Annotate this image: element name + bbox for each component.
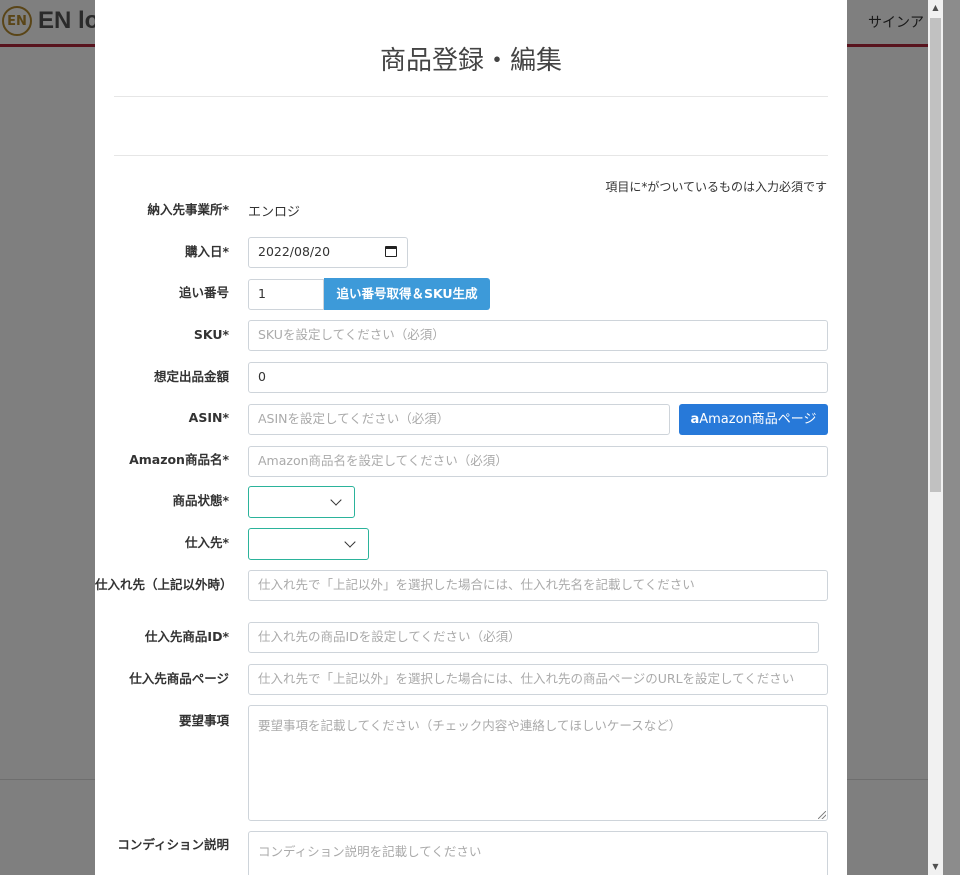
purchase-date-input[interactable]: 2022/08/20 — [248, 237, 408, 268]
title-divider — [114, 96, 828, 97]
sku-input[interactable]: SKUを設定してください（必須） — [248, 320, 828, 351]
sku-label: SKU* — [193, 327, 229, 342]
amazon-page-button[interactable]: aAmazon商品ページ — [679, 404, 828, 435]
condition-select[interactable] — [248, 486, 355, 518]
supplier-item-page-label: 仕入先商品ページ — [129, 671, 229, 686]
serial-input[interactable]: 1 — [248, 279, 324, 310]
supplier-item-id-label: 仕入先商品ID* — [144, 629, 229, 644]
purchase-date-value: 2022/08/20 — [258, 244, 331, 259]
page-scrollbar[interactable]: ▲ ▼ — [928, 0, 943, 875]
section-divider — [114, 155, 828, 156]
supplier-item-id-input[interactable]: 仕入れ先の商品IDを設定してください（必須） — [248, 622, 819, 653]
chevron-down-icon — [330, 494, 342, 506]
amazon-name-input[interactable]: Amazon商品名を設定してください（必須） — [248, 446, 828, 477]
product-edit-modal: 商品登録・編集 項目に*がついているものは入力必須です 納入先事業所* エンロジ… — [95, 0, 847, 875]
condition-desc-label: コンディション説明 — [117, 837, 229, 852]
get-serial-sku-button[interactable]: 追い番号取得＆SKU生成 — [324, 278, 490, 310]
scroll-down-arrow-icon[interactable]: ▼ — [928, 859, 943, 875]
serial-label: 追い番号 — [178, 285, 229, 300]
scroll-up-arrow-icon[interactable]: ▲ — [928, 0, 943, 16]
asin-label: ASIN* — [188, 410, 229, 425]
purchase-date-label: 購入日* — [184, 244, 229, 259]
condition-label: 商品状態* — [172, 493, 229, 508]
amazon-name-label: Amazon商品名* — [129, 452, 229, 467]
supplier-label: 仕入先* — [184, 535, 229, 550]
requests-placeholder: 要望事項を記載してください（チェック内容や連絡してほしいケースなど） — [258, 718, 682, 733]
supplier-select[interactable] — [248, 528, 369, 560]
amazon-page-button-label: Amazon商品ページ — [699, 412, 817, 427]
expected-price-input[interactable]: 0 — [248, 362, 828, 393]
chevron-down-icon — [344, 536, 356, 548]
required-note: 項目に*がついているものは入力必須です — [605, 180, 827, 194]
supplier-item-page-input[interactable]: 仕入れ先で「上記以外」を選択した場合には、仕入れ先の商品ページのURLを設定して… — [248, 664, 828, 695]
supplier-other-input[interactable]: 仕入れ先で「上記以外」を選択した場合には、仕入れ先名を記載してください — [248, 570, 828, 601]
resize-handle-icon[interactable] — [818, 811, 826, 819]
scrollbar-thumb[interactable] — [930, 18, 941, 492]
condition-desc-placeholder: コンディション説明を記載してください — [258, 844, 482, 859]
asin-input[interactable]: ASINを設定してください（必須） — [248, 404, 670, 435]
requests-label: 要望事項 — [178, 713, 229, 728]
modal-title: 商品登録・編集 — [379, 46, 562, 76]
serial-value: 1 — [258, 286, 266, 301]
destination-label: 納入先事業所* — [147, 202, 229, 217]
expected-price-label: 想定出品金額 — [153, 369, 229, 384]
destination-value: エンロジ — [248, 205, 301, 220]
supplier-other-label: 仕入れ先（上記以外時） — [95, 577, 233, 592]
condition-desc-textarea[interactable]: コンディション説明を記載してください — [248, 831, 828, 875]
requests-textarea[interactable]: 要望事項を記載してください（チェック内容や連絡してほしいケースなど） — [248, 705, 828, 821]
amazon-icon: a — [690, 412, 700, 427]
calendar-icon[interactable] — [385, 246, 397, 257]
